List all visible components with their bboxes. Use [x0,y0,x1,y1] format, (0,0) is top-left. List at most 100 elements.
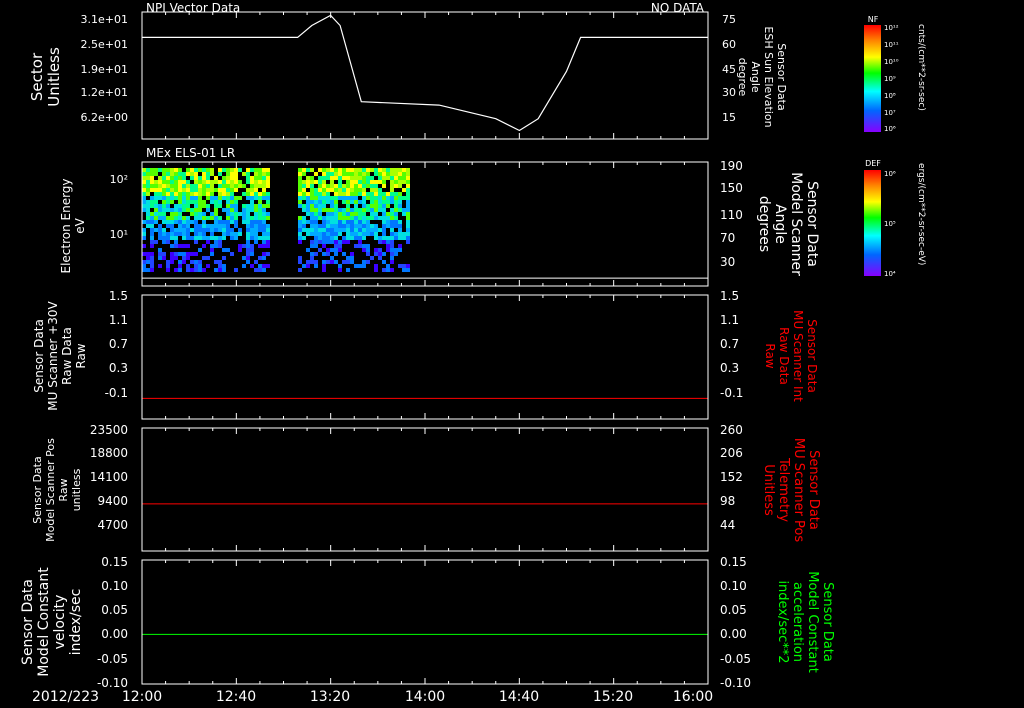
spectrogram-cell [306,248,310,252]
spectrogram-cell [298,220,302,224]
spectrogram-cell [370,228,374,232]
spectrogram-cell [310,192,314,196]
spectrogram-cell [342,188,346,192]
spectrogram-cell [142,188,146,192]
spectrogram-cell [382,204,386,208]
spectrogram-cell [370,168,374,172]
spectrogram-cell [382,212,386,216]
spectrogram-cell [178,176,182,180]
spectrogram-cell [178,200,182,204]
spectrogram-cell [230,188,234,192]
spectrogram-cell [170,172,174,176]
spectrogram-cell [374,188,378,192]
spectrogram-cell [354,228,358,232]
spectrogram-cell [182,204,186,208]
spectrogram-cell [318,212,322,216]
spectrogram-cell [374,208,378,212]
spectrogram-cell [314,220,318,224]
spectrogram-cell [362,248,366,252]
spectrogram-cell [226,168,230,172]
spectrogram-cell [378,240,382,244]
spectrogram-cell [226,216,230,220]
spectrogram-cell [330,220,334,224]
spectrogram-cell [322,268,326,272]
spectrogram-cell [306,228,310,232]
spectrogram-cell [174,216,178,220]
spectrogram-cell [310,204,314,208]
electron-energy-spectrogram [142,168,410,272]
spectrogram-cell [150,220,154,224]
spectrogram-cell [218,264,222,268]
spectrogram-cell [314,196,318,200]
spectrogram-cell [374,196,378,200]
spectrogram-cell [266,228,270,232]
spectrogram-cell [398,180,402,184]
spectrogram-cell [246,248,250,252]
spectrogram-cell [250,168,254,172]
spectrogram-cell [326,192,330,196]
spectrogram-cell [170,212,174,216]
spectrogram-cell [346,236,350,240]
spectrogram-cell [178,192,182,196]
spectrogram-cell [154,168,158,172]
spectrogram-cell [378,208,382,212]
spectrogram-cell [382,196,386,200]
spectrogram-cell [158,256,162,260]
spectrogram-cell [398,248,402,252]
spectrogram-cell [150,232,154,236]
spectrogram-cell [378,168,382,172]
right-tick-label: 0.15 [720,555,747,569]
spectrogram-cell [186,252,190,256]
spectrogram-cell [354,196,358,200]
spectrogram-cell [170,244,174,248]
spectrogram-cell [158,228,162,232]
spectrogram-cell [254,216,258,220]
spectrogram-cell [166,200,170,204]
spectrogram-cell [190,172,194,176]
spectrogram-cell [314,172,318,176]
spectrogram-cell [362,176,366,180]
spectrogram-cell [146,172,150,176]
spectrogram-cell [150,180,154,184]
nf-colorbar-label: NF [868,15,879,24]
spectrogram-cell [322,252,326,256]
spectrogram-cell [234,232,238,236]
spectrogram-cell [390,260,394,264]
spectrogram-cell [250,224,254,228]
spectrogram-cell [246,252,250,256]
spectrogram-cell [394,216,398,220]
spectrogram-cell [406,204,410,208]
spectrogram-cell [262,204,266,208]
spectrogram-cell [398,228,402,232]
spectrogram-cell [206,180,210,184]
spectrogram-cell [346,228,350,232]
spectrogram-cell [318,204,322,208]
spectrogram-cell [194,196,198,200]
spectrogram-cell [354,192,358,196]
spectrogram-cell [250,180,254,184]
spectrogram-cell [266,232,270,236]
spectrogram-cell [198,176,202,180]
spectrogram-cell [378,192,382,196]
spectrogram-cell [186,180,190,184]
def-colorbar-label: DEF [865,159,881,168]
panel-0-right-label: Sensor Data ESH Sun Elevation Angle degr… [736,26,788,127]
axis-tick-marks [141,12,709,684]
def-colorbar-tick: 10⁵ [884,220,896,228]
spectrogram-cell [206,188,210,192]
spectrogram-cell [186,200,190,204]
spectrogram-cell [258,208,262,212]
spectrogram-cell [166,216,170,220]
spectrogram-cell [262,264,266,268]
spectrogram-cell [182,172,186,176]
spectrogram-cell [390,228,394,232]
panel-model-constant: 0.15 0.10 0.05 0.00 -0.05 -0.10 0.15 0.1… [20,555,835,690]
spectrogram-cell [166,184,170,188]
spectrogram-cell [310,180,314,184]
spectrogram-cell [382,180,386,184]
spectrogram-cell [162,240,166,244]
spectrogram-cell [334,212,338,216]
spectrogram-cell [266,172,270,176]
spectrogram-cell [254,212,258,216]
spectrogram-cell [190,188,194,192]
